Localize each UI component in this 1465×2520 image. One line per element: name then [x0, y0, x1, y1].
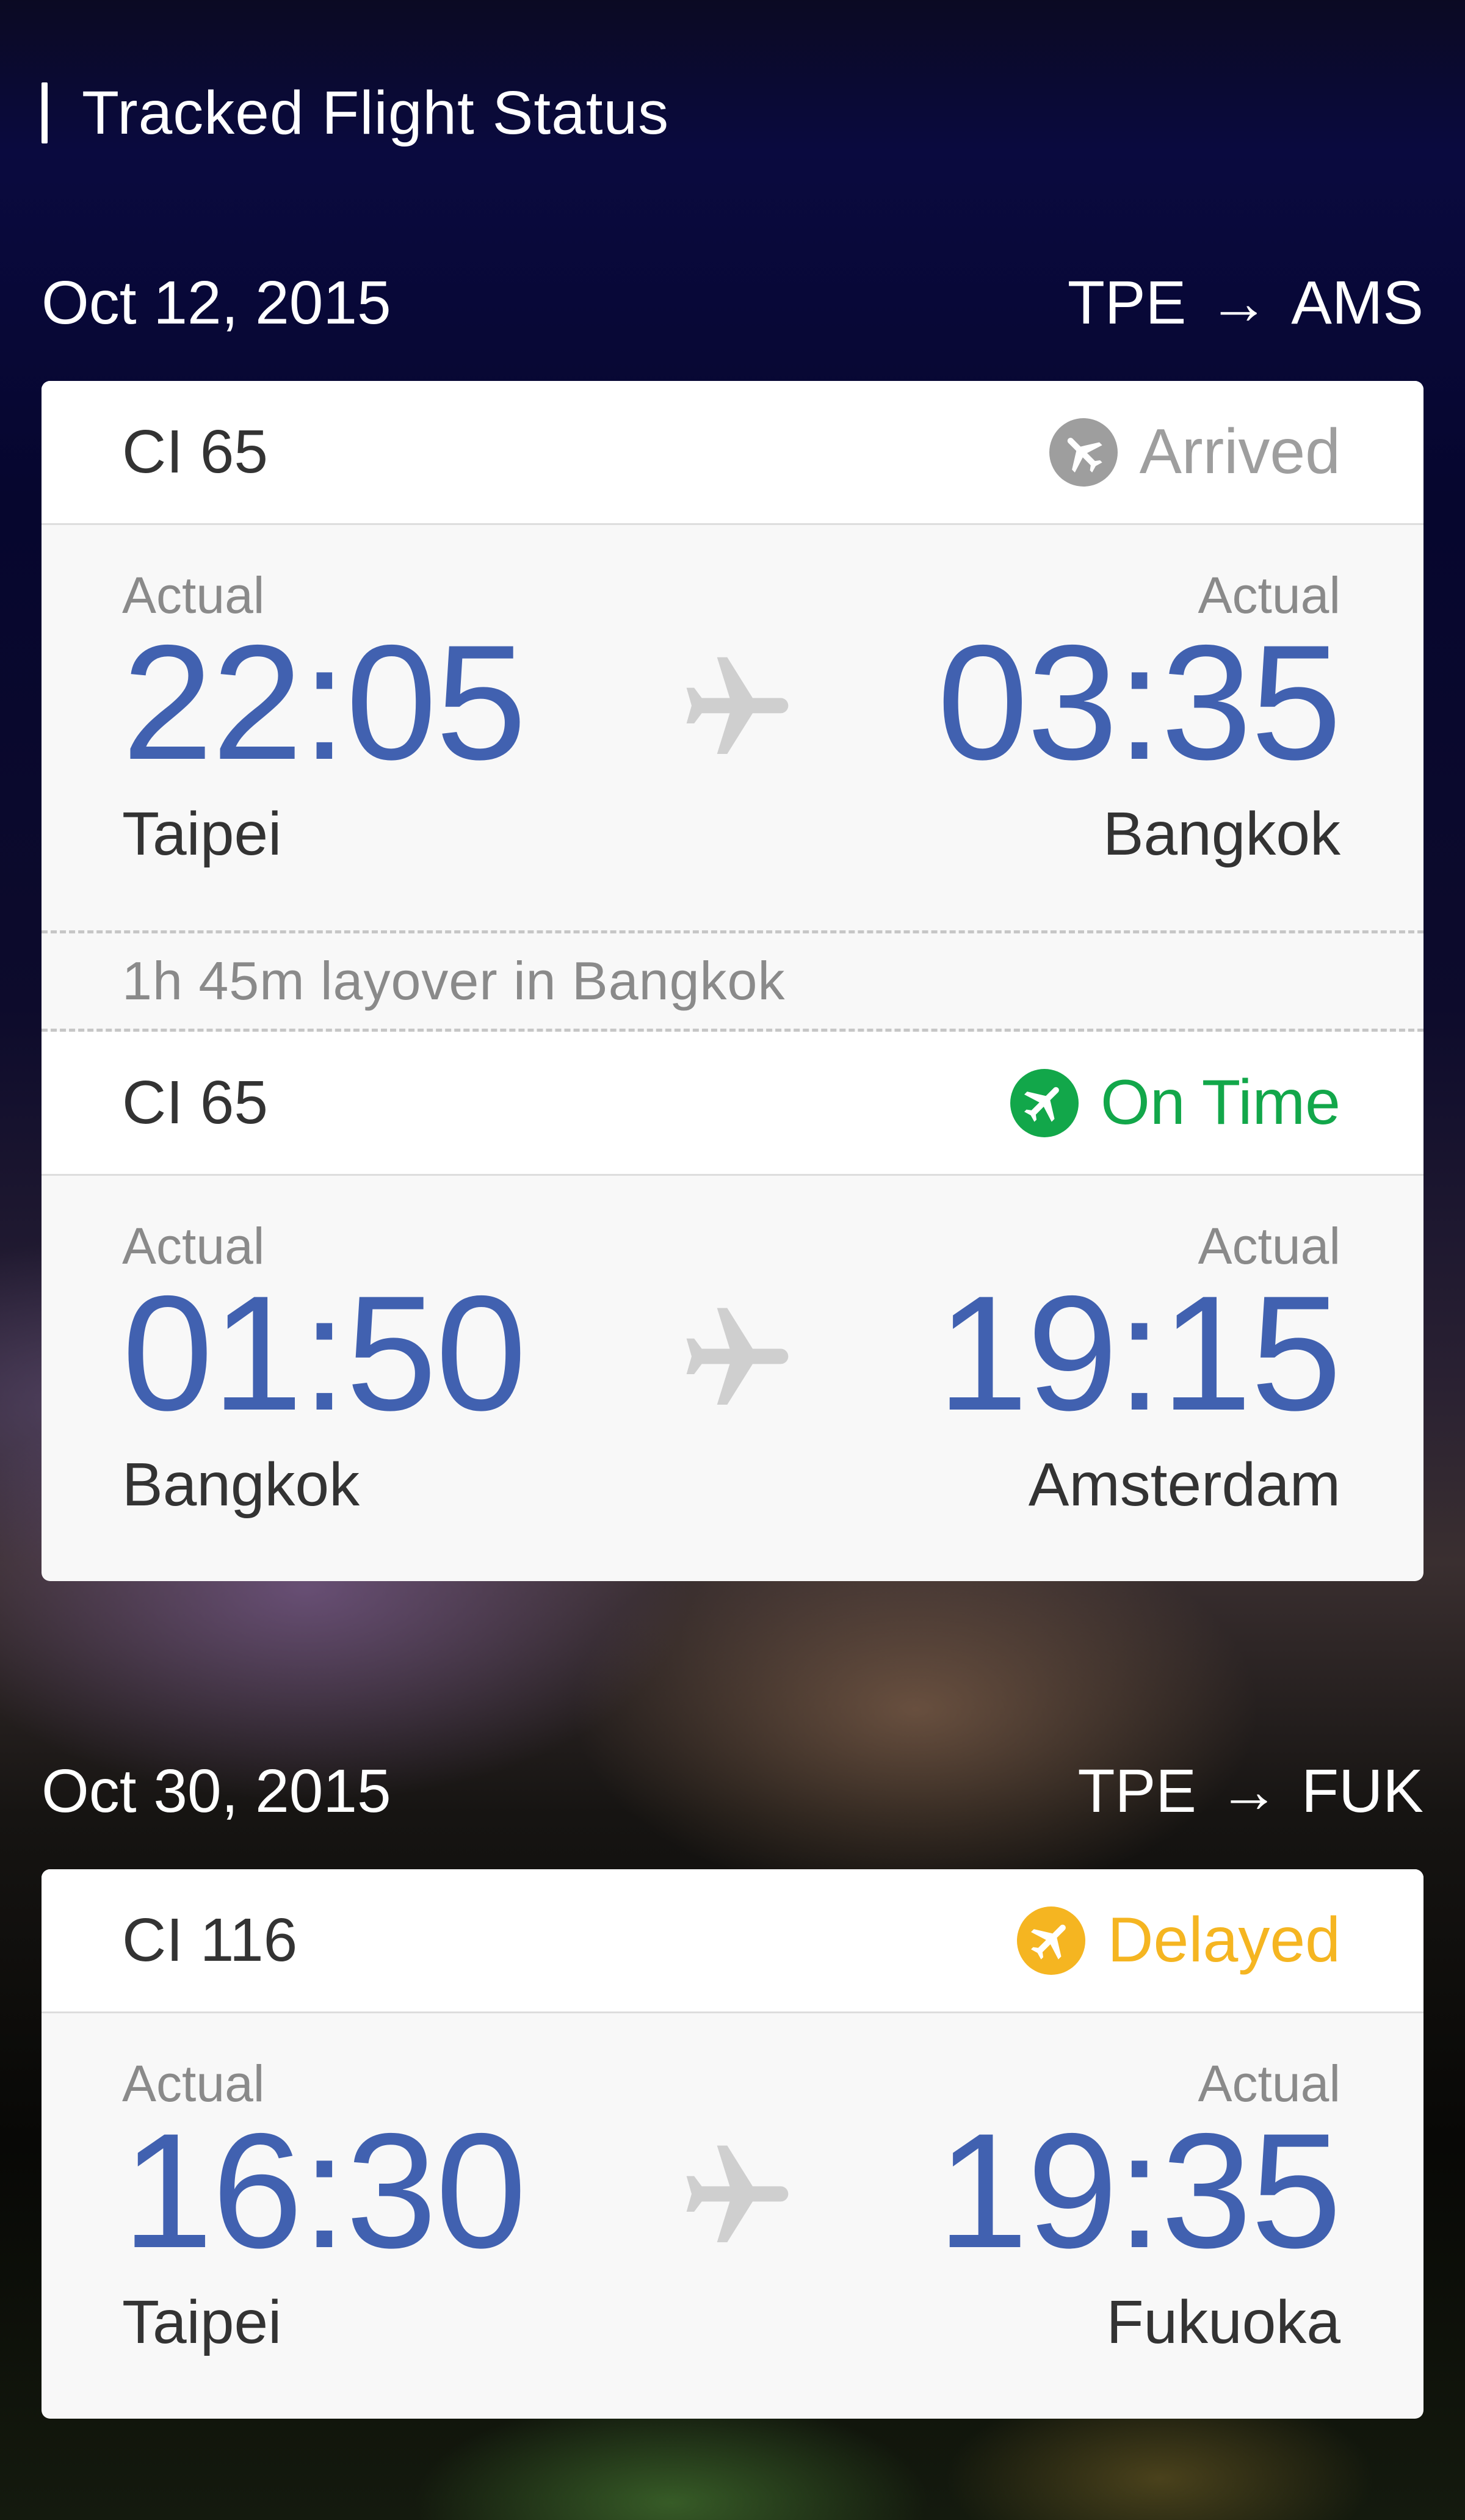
flight-times: Actual 22:05 Taipei Actual 03:35 Bangkok: [42, 525, 1423, 930]
arrival: Actual 19:15 Amsterdam: [937, 1212, 1342, 1521]
header-accent-bar: [42, 82, 48, 143]
route-arrow-icon: →: [1208, 268, 1270, 337]
status-label: Delayed: [1107, 1905, 1340, 1975]
arrival: Actual 03:35 Bangkok: [937, 562, 1342, 871]
airplane-icon: [686, 2145, 789, 2242]
plane-circle-icon: [1049, 418, 1118, 487]
plane-circle-icon: [1010, 1068, 1079, 1137]
departure-time: 01:50: [122, 1261, 527, 1444]
trip-header: Oct 30, 2015 TPE → FUK: [42, 1754, 1423, 1828]
trip-date: Oct 12, 2015: [42, 268, 391, 337]
departure: Actual 16:30 Taipei: [122, 2050, 527, 2359]
departure-time: 16:30: [122, 2099, 527, 2282]
page-header: Tracked Flight Status: [42, 79, 669, 147]
trip-header: Oct 12, 2015 TPE → AMS: [42, 266, 1423, 339]
trip-card[interactable]: CI 116 Delayed Actual 16:30 Taipei Actua…: [42, 1869, 1423, 2419]
flight-times: Actual 16:30 Taipei Actual 19:35 Fukuoka: [42, 2013, 1423, 2419]
layover-info: 1h 45m layover in Bangkok: [42, 930, 1423, 1032]
flight-status: Delayed: [1017, 1904, 1340, 1977]
route-destination: AMS: [1291, 268, 1423, 337]
status-label: On Time: [1101, 1067, 1340, 1138]
flight-times: Actual 01:50 Bangkok Actual 19:15 Amster…: [42, 1176, 1423, 1581]
route-origin: TPE: [1077, 1756, 1196, 1825]
route-arrow-icon: →: [1218, 1756, 1279, 1825]
flight-header: CI 65 On Time: [42, 1032, 1423, 1176]
arrival: Actual 19:35 Fukuoka: [937, 2050, 1342, 2359]
arrival-time: 03:35: [937, 610, 1342, 794]
trip-route: TPE → FUK: [1078, 1756, 1423, 1827]
arrival-city: Bangkok: [1102, 800, 1340, 868]
trip-card[interactable]: CI 65 Arrived Actual 22:05 Taipei Actual…: [42, 381, 1423, 1581]
departure-city: Taipei: [122, 800, 282, 868]
departure-time: 22:05: [122, 610, 527, 794]
flight-header: CI 116 Delayed: [42, 1869, 1423, 2013]
airplane-icon: [686, 657, 789, 754]
trip-route: TPE → AMS: [1068, 268, 1423, 338]
airplane-icon: [686, 1308, 789, 1405]
flight-number: CI 65: [122, 1068, 269, 1137]
flight-number: CI 65: [122, 418, 269, 486]
arrival-time: 19:35: [937, 2099, 1342, 2282]
plane-circle-icon: [1017, 1906, 1086, 1975]
flight-header: CI 65 Arrived: [42, 381, 1423, 525]
arrival-city: Fukuoka: [1106, 2288, 1340, 2356]
flight-number: CI 116: [122, 1906, 298, 1974]
departure-city: Taipei: [122, 2288, 282, 2356]
flight-status: Arrived: [1049, 416, 1340, 488]
arrival-city: Amsterdam: [1028, 1450, 1340, 1519]
route-origin: TPE: [1067, 268, 1187, 337]
arrival-time: 19:15: [937, 1261, 1342, 1444]
page-title: Tracked Flight Status: [82, 78, 670, 147]
departure: Actual 22:05 Taipei: [122, 562, 527, 871]
departure-city: Bangkok: [122, 1450, 360, 1519]
flight-status: On Time: [1010, 1066, 1340, 1139]
trip-date: Oct 30, 2015: [42, 1756, 391, 1825]
departure: Actual 01:50 Bangkok: [122, 1212, 527, 1521]
status-label: Arrived: [1139, 416, 1340, 487]
route-destination: FUK: [1301, 1756, 1423, 1825]
